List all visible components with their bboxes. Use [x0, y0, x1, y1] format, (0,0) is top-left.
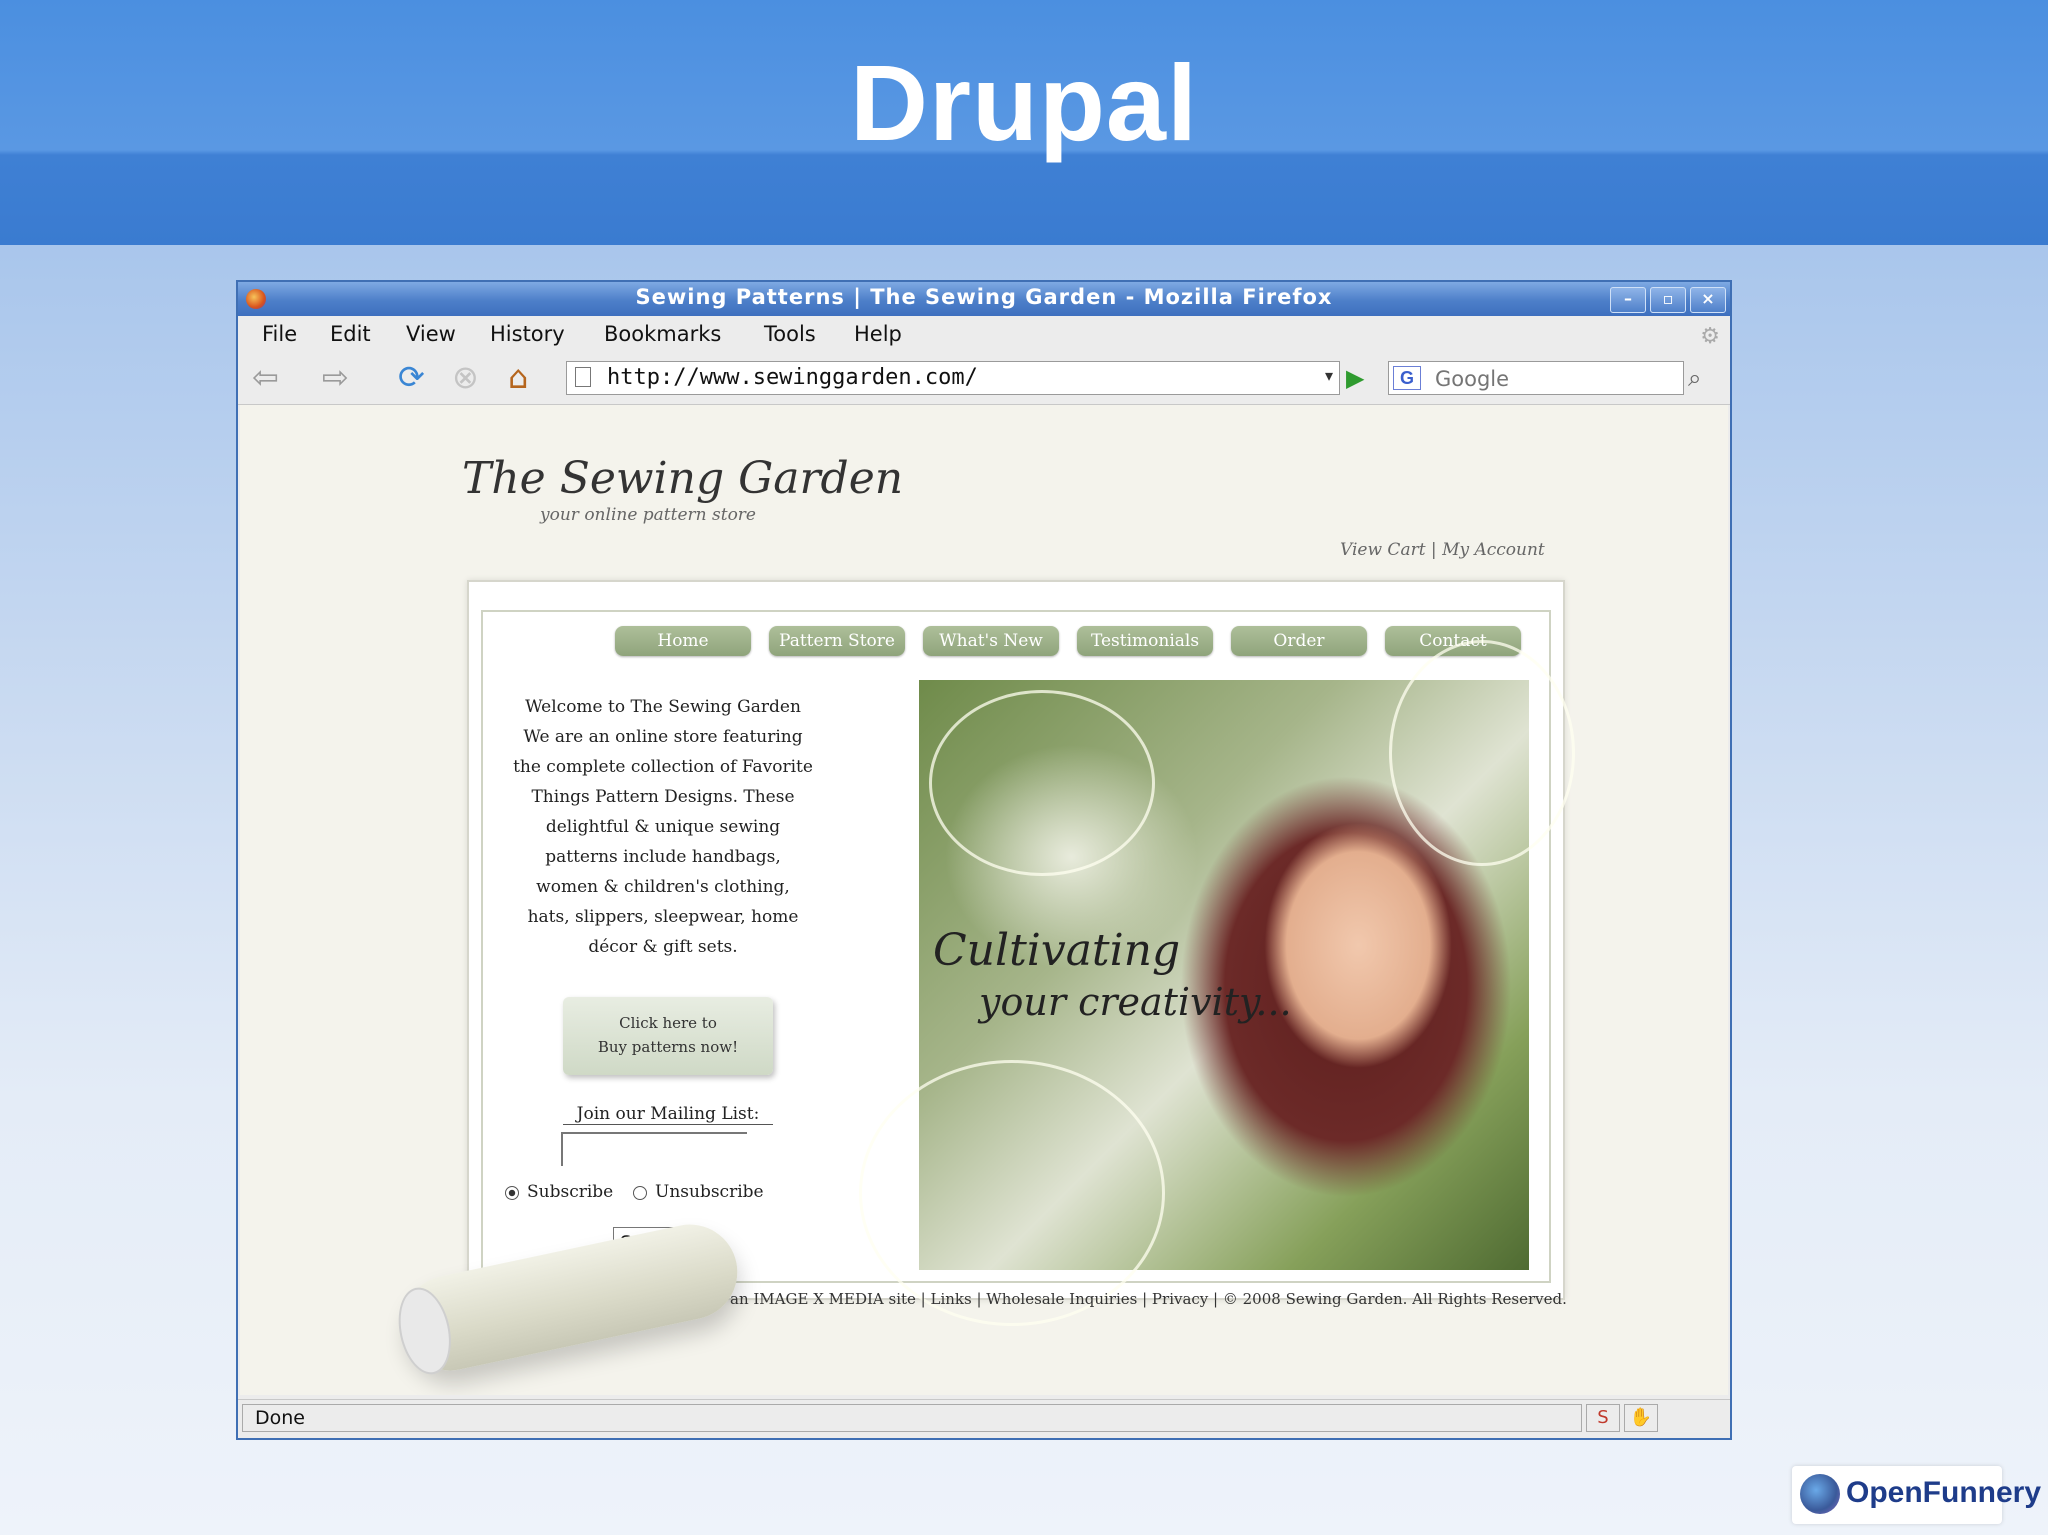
hero-script-line-1: Cultivating — [933, 925, 1181, 976]
status-bar: Done S ✋ — [238, 1399, 1730, 1438]
footer-links[interactable]: an IMAGE X MEDIA site | Links | Wholesal… — [730, 1290, 1567, 1308]
menu-help[interactable]: Help — [854, 322, 902, 346]
site-logo[interactable]: The Sewing Garden — [462, 453, 903, 504]
nav-tab-home[interactable]: Home — [615, 626, 751, 656]
spool-cap — [391, 1282, 459, 1380]
window-titlebar[interactable]: Sewing Patterns | The Sewing Garden - Mo… — [238, 282, 1730, 316]
inner-frame: Home Pattern Store What's New Testimonia… — [481, 610, 1575, 1326]
navigation-toolbar: ⇦ ⇨ ⟳ ⊗ ⌂ http://www.sewinggarden.com/ ▾… — [238, 352, 1730, 405]
search-engine-icon[interactable]: G — [1393, 366, 1421, 390]
nav-tab-testimonials[interactable]: Testimonials — [1077, 626, 1213, 656]
back-arrow-icon[interactable]: ⇦ — [252, 360, 279, 394]
mailing-email-field[interactable] — [561, 1132, 747, 1166]
minimize-button[interactable]: – — [1610, 287, 1646, 313]
swirl-decoration — [859, 1060, 1165, 1326]
search-input[interactable] — [1433, 365, 1667, 393]
nav-tab-pattern-store[interactable]: Pattern Store — [769, 626, 905, 656]
menu-bookmarks[interactable]: Bookmarks — [604, 322, 721, 346]
stop-icon[interactable]: ⊗ — [452, 360, 479, 394]
hero-image: Cultivating your creativity... — [859, 640, 1575, 1326]
address-bar[interactable]: http://www.sewinggarden.com/ ▾ — [566, 361, 1340, 395]
menu-bar: File Edit View History Bookmarks Tools H… — [238, 316, 1730, 352]
brand-text: OpenFunnery — [1846, 1476, 2042, 1509]
search-box[interactable]: G — [1388, 361, 1684, 395]
brand-globe-icon — [1800, 1474, 1840, 1514]
site-tagline: your online pattern store — [540, 505, 756, 525]
menu-edit[interactable]: Edit — [330, 322, 371, 346]
buy-line-2: Buy patterns now! — [597, 1038, 739, 1056]
subscribe-option[interactable]: Subscribe — [505, 1182, 613, 1202]
status-text: Done — [242, 1404, 1582, 1432]
welcome-text: Welcome to The Sewing Garden We are an o… — [513, 692, 813, 962]
browser-window: Sewing Patterns | The Sewing Garden - Mo… — [236, 280, 1732, 1440]
swirl-decoration — [929, 690, 1155, 876]
maximize-button[interactable]: ▫ — [1650, 287, 1686, 313]
home-icon[interactable]: ⌂ — [508, 360, 528, 394]
nav-tab-order[interactable]: Order — [1231, 626, 1367, 656]
url-text: http://www.sewinggarden.com/ — [607, 365, 978, 390]
reload-icon[interactable]: ⟳ — [398, 360, 425, 394]
unsubscribe-label: Unsubscribe — [655, 1182, 764, 1202]
subscribe-radio[interactable] — [505, 1185, 519, 1200]
buy-patterns-button[interactable]: Click here to Buy patterns now! — [563, 997, 773, 1075]
hero-script-line-2: your creativity... — [979, 980, 1292, 1024]
page-icon — [575, 367, 591, 387]
page-viewport: The Sewing Garden your online pattern st… — [240, 405, 1728, 1395]
forward-arrow-icon[interactable]: ⇨ — [322, 360, 349, 394]
buy-line-1: Click here to — [619, 1014, 717, 1032]
openfunnery-logo: OpenFunnery — [1792, 1466, 2041, 1524]
content-box: Home Pattern Store What's New Testimonia… — [467, 580, 1575, 1326]
menu-tools[interactable]: Tools — [764, 322, 816, 346]
window-title: Sewing Patterns | The Sewing Garden - Mo… — [635, 285, 1333, 309]
magnifier-icon[interactable]: ⌕ — [1688, 364, 1701, 392]
menu-view[interactable]: View — [406, 322, 456, 346]
nav-tab-whats-new[interactable]: What's New — [923, 626, 1059, 656]
unsubscribe-radio[interactable] — [633, 1185, 647, 1200]
subscribe-label: Subscribe — [527, 1182, 614, 1202]
slide-title: Drupal — [849, 42, 1199, 163]
menu-file[interactable]: File — [262, 322, 297, 346]
welcome-body: We are an online store featuring the com… — [513, 727, 813, 957]
menu-history[interactable]: History — [490, 322, 565, 346]
addon-icon[interactable]: ✋ — [1624, 1404, 1658, 1432]
mailing-list-label: Join our Mailing List: — [563, 1104, 773, 1125]
security-icon[interactable]: S — [1586, 1404, 1620, 1432]
throbber-icon: ⚙ — [1700, 324, 1720, 349]
swirl-decoration — [1389, 640, 1575, 866]
unsubscribe-option[interactable]: Unsubscribe — [633, 1182, 764, 1202]
account-links[interactable]: View Cart | My Account — [1340, 540, 1545, 560]
go-arrow-icon[interactable]: ▶ — [1346, 364, 1364, 392]
chevron-down-icon[interactable]: ▾ — [1325, 366, 1333, 385]
close-button[interactable]: × — [1690, 287, 1726, 313]
welcome-title: Welcome to The Sewing Garden — [525, 697, 801, 717]
